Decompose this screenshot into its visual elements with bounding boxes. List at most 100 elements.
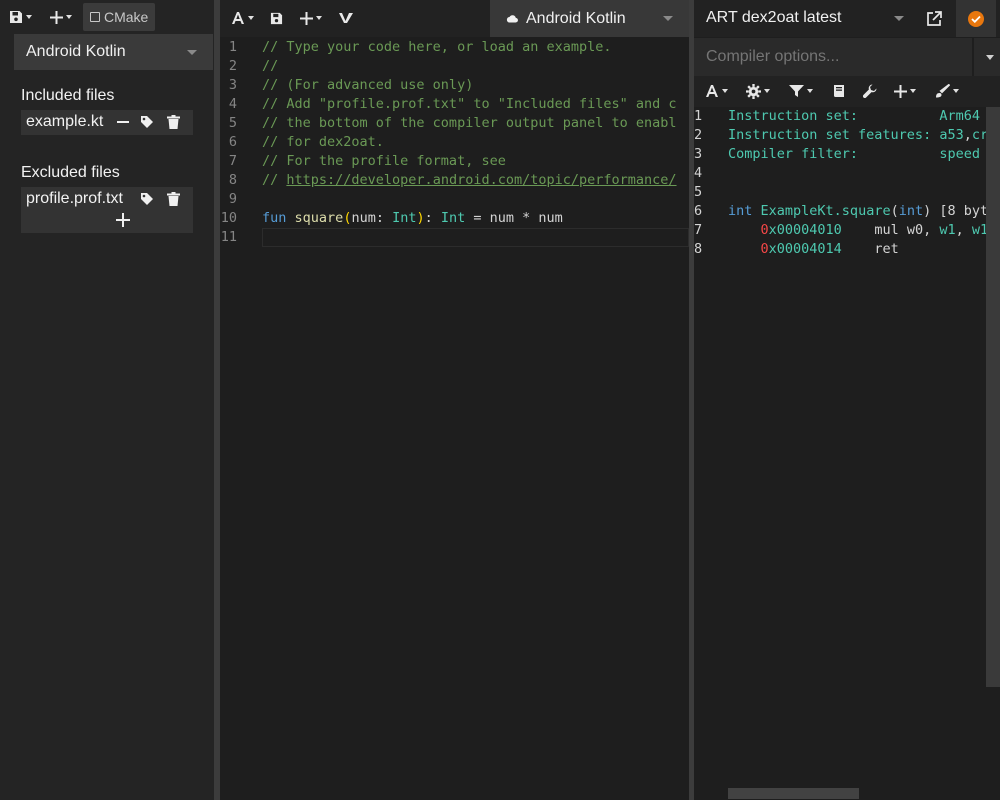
code-line[interactable]: 10 fun square(num: Int): Int = num * num (220, 209, 689, 228)
code-line[interactable]: 7 // For the profile format, see (220, 152, 689, 171)
editor-toolbar: Android Kotlin (220, 0, 689, 37)
vim-mode-button[interactable] (336, 4, 356, 32)
chevron-down-icon (764, 89, 770, 93)
code-text: // (262, 58, 279, 74)
asm-line[interactable]: 7 0x00004010 mul w0, w1, w1 (694, 221, 986, 240)
language-select[interactable]: Android Kotlin (14, 34, 213, 70)
chevron-down-icon (663, 16, 673, 21)
asm-line[interactable]: 8 0x00004014 ret (694, 240, 986, 259)
code-line[interactable]: 3 // (For advanced use only) (220, 76, 689, 95)
code-line[interactable]: 5 // the bottom of the compiler output pa… (220, 114, 689, 133)
editor-pane: Android Kotlin 1 // Type your code here, … (220, 0, 689, 800)
trash-icon (166, 115, 180, 129)
add-new-button[interactable] (891, 77, 919, 105)
checkbox-icon (90, 12, 100, 22)
output-settings-button[interactable] (743, 77, 773, 105)
line-number: 6 (228, 134, 237, 150)
delete-file-button[interactable] (164, 190, 182, 208)
delete-file-button[interactable] (164, 113, 182, 131)
language-select-value: Android Kotlin (26, 43, 126, 60)
tools-button[interactable] (860, 77, 880, 105)
exclude-file-button[interactable] (114, 113, 132, 131)
asm-line[interactable]: 1 Instruction set: Arm64 (694, 107, 986, 126)
asm-text: 0x00004014 ret (760, 241, 899, 257)
assembly-output[interactable]: 1 Instruction set: Arm64 2 Instruction set … (694, 107, 986, 787)
current-line-highlight (262, 228, 689, 247)
add-pane-button[interactable] (297, 4, 325, 32)
rename-file-button[interactable] (138, 190, 156, 208)
tag-icon (141, 116, 153, 128)
line-number: 7 (228, 153, 237, 169)
code-line[interactable]: 9 (220, 190, 689, 209)
tree-toolbar: CMake (0, 0, 214, 34)
chevron-down-icon (248, 16, 254, 20)
code-line[interactable]: 11 (220, 228, 689, 247)
asm-line[interactable]: 6 int ExampleKt.square(int) [8 bytes] (694, 202, 986, 221)
cmake-toggle-button[interactable]: CMake (83, 3, 156, 31)
asm-text: Compiler filter: speed (728, 146, 980, 162)
overrides-button[interactable] (932, 77, 962, 105)
output-font-button[interactable] (702, 77, 731, 105)
excluded-file-row[interactable]: profile.prof.txt (21, 187, 193, 233)
tag-icon (141, 193, 153, 205)
chevron-down-icon (807, 89, 813, 93)
editor-language-select[interactable]: Android Kotlin (490, 0, 689, 37)
code-text: // For the profile format, see (262, 153, 506, 169)
chevron-down-icon (722, 89, 728, 93)
libraries-button[interactable] (830, 77, 848, 105)
asm-line[interactable]: 2 Instruction set features: a53,crc (694, 126, 986, 145)
editor-language-value: Android Kotlin (526, 9, 626, 27)
minus-icon (117, 121, 129, 123)
compiler-options-dropdown[interactable] (974, 38, 1000, 76)
line-number: 6 (694, 203, 703, 219)
asm-line[interactable]: 5 (694, 183, 986, 202)
code-line[interactable]: 6 // for dex2oat. (220, 133, 689, 152)
chevron-down-icon (26, 15, 32, 19)
asm-text: 0x00004010 mul w0, w1, w1 (760, 222, 986, 238)
vertical-scrollbar[interactable] (986, 107, 1000, 687)
save-dropdown-button[interactable] (6, 3, 35, 31)
cmake-label: CMake (104, 9, 149, 25)
rename-file-button[interactable] (138, 113, 156, 131)
file-name: example.kt (26, 113, 104, 130)
compiler-select[interactable]: ART dex2oat latest (706, 9, 842, 27)
chevron-down-icon (187, 50, 197, 55)
line-number: 5 (694, 184, 703, 200)
asm-line[interactable]: 4 (694, 164, 986, 183)
line-number: 9 (228, 191, 237, 207)
chevron-down-icon (316, 16, 322, 20)
code-line[interactable]: 8 // https://developer.android.com/topic/… (220, 171, 689, 190)
popout-button[interactable] (926, 9, 946, 29)
compiler-options-input[interactable] (694, 38, 972, 76)
external-link-icon (927, 11, 942, 26)
chevron-down-icon (66, 15, 72, 19)
line-number: 10 (220, 210, 237, 226)
add-dropdown-button[interactable] (47, 3, 75, 31)
output-filter-button[interactable] (786, 77, 816, 105)
code-text: // for dex2oat. (262, 134, 384, 150)
asm-line[interactable]: 3 Compiler filter: speed (694, 145, 986, 164)
code-text: fun square(num: Int): Int = num * num (262, 210, 563, 226)
horizontal-scrollbar[interactable] (728, 788, 859, 799)
code-line[interactable]: 1 // Type your code here, or load an exam… (220, 38, 689, 57)
code-link[interactable]: https://developer.android.com/topic/perf… (286, 172, 676, 188)
included-file-row[interactable]: example.kt (21, 110, 193, 135)
include-file-button[interactable] (114, 211, 132, 229)
chevron-down-icon (894, 16, 904, 21)
wrench-icon (863, 84, 877, 98)
compile-status-button[interactable] (956, 0, 996, 37)
code-line[interactable]: 4 // Add "profile.prof.txt" to "Included … (220, 95, 689, 114)
line-number: 1 (694, 108, 703, 124)
code-line[interactable]: 2 // (220, 57, 689, 76)
check-circle-icon (968, 10, 984, 27)
save-button[interactable] (267, 4, 286, 32)
plus-icon (116, 213, 130, 227)
line-number: 4 (694, 165, 703, 181)
vim-icon (339, 13, 353, 23)
font-size-button[interactable] (228, 4, 257, 32)
file-name: profile.prof.txt (26, 190, 123, 207)
line-number: 3 (694, 146, 703, 162)
line-number: 5 (228, 115, 237, 131)
line-number: 2 (694, 127, 703, 143)
output-toolbar (694, 76, 1000, 107)
